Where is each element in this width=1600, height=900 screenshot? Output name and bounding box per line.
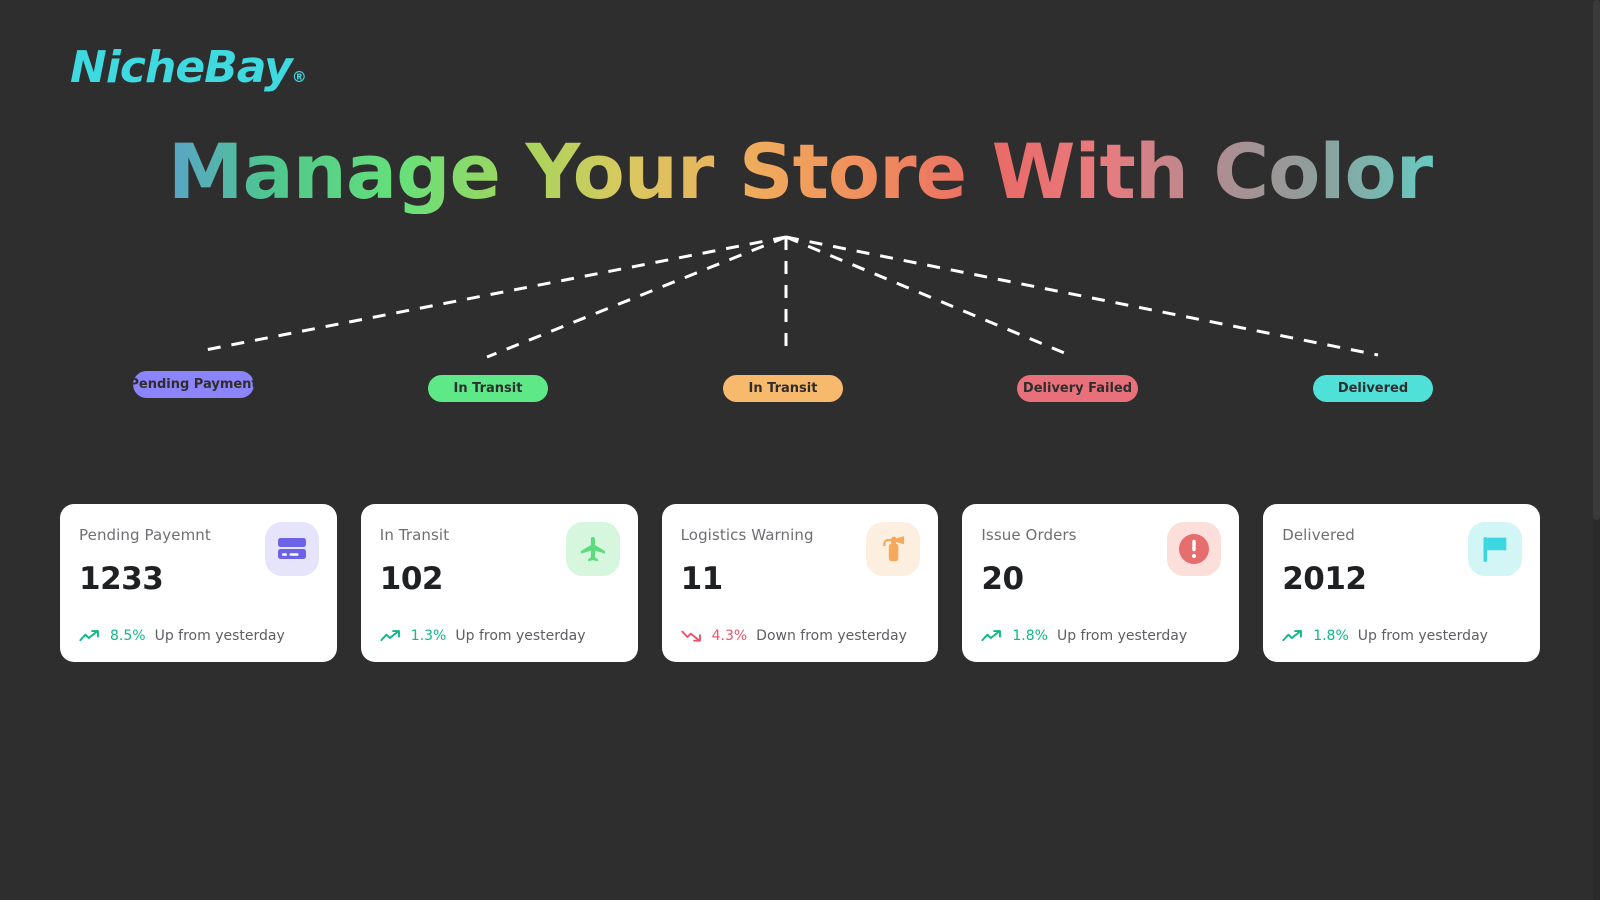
page-scrollbar-thumb[interactable]: [1593, 0, 1600, 520]
metric-card-delta-text: Down from yesterday: [756, 628, 907, 644]
trend-up-icon: [79, 629, 101, 643]
connector-line-4: [785, 235, 1379, 357]
connector-line-0: [199, 235, 787, 353]
stage-pill-0[interactable]: Pending Payment: [129, 371, 258, 398]
trend-down-icon: [681, 629, 703, 643]
metric-card-delta-percent: 1.8%: [1313, 628, 1349, 644]
stage-pill-label: In Transit: [453, 381, 523, 396]
metric-card-delta-percent: 1.3%: [410, 628, 447, 644]
flag-icon: [1467, 522, 1522, 576]
page-scrollbar[interactable]: [1593, 0, 1600, 900]
trend-up-icon: [981, 629, 1003, 643]
connector-line-3: [785, 235, 1075, 359]
metric-card-delta-text: Up from yesterday: [455, 628, 586, 644]
airplane-icon: [565, 522, 620, 576]
stage-pill-label: Delivery Failed: [1022, 381, 1133, 396]
metric-card[interactable]: Pending Payemnt 1233 8.5% Up from yesterday: [60, 504, 337, 662]
stage-pill-3[interactable]: Delivery Failed: [1017, 375, 1138, 402]
metric-card[interactable]: Issue Orders 20 1.8% Up from yesterday: [962, 504, 1240, 662]
metric-card-value: 102: [379, 561, 444, 597]
stage-pill-label: In Transit: [748, 381, 818, 396]
metric-card-value: 20: [981, 561, 1024, 597]
stage-pill-label: Delivered: [1337, 381, 1409, 396]
metric-card-delta: 1.8% Up from yesterday: [1282, 628, 1488, 644]
metric-card-delta: 4.3% Down from yesterday: [681, 628, 907, 644]
trend-up-icon: [1282, 629, 1304, 643]
metric-card-delta-text: Up from yesterday: [1357, 628, 1488, 644]
stage-pill-2[interactable]: In Transit: [723, 375, 843, 402]
metric-card-delta: 8.5% Up from yesterday: [79, 628, 285, 644]
metric-card[interactable]: In Transit 102 1.3% Up from yesterday: [360, 504, 638, 662]
metric-card[interactable]: Delivered 2012 1.8% Up from yesterday: [1263, 504, 1540, 662]
trend-up-icon: [380, 629, 402, 643]
metric-card-delta: 1.3% Up from yesterday: [380, 628, 586, 644]
metric-card-value: 1233: [79, 561, 164, 597]
fire-extinguisher-icon: [866, 522, 921, 576]
metric-card-delta-percent: 1.8%: [1012, 628, 1048, 644]
credit-card-icon: [264, 522, 319, 576]
metric-card-delta: 1.8% Up from yesterday: [981, 628, 1187, 644]
metric-card-value: 2012: [1282, 561, 1367, 597]
stage-pill-label: Pending Payment: [129, 377, 258, 392]
stage-pill-4[interactable]: Delivered: [1313, 375, 1433, 402]
metric-card-delta-text: Up from yesterday: [154, 628, 285, 644]
metric-card-value: 11: [680, 561, 724, 597]
metric-card-delta-percent: 4.3%: [711, 628, 748, 644]
metric-card-delta-text: Up from yesterday: [1056, 628, 1188, 644]
metric-card-delta-percent: 8.5%: [110, 628, 146, 644]
stage-pill-1[interactable]: In Transit: [428, 375, 548, 402]
page-root: NicheBay® Manage Your Store With Color P…: [0, 0, 1600, 900]
connector-line-1: [486, 235, 787, 359]
exclamation-circle-icon: [1167, 522, 1222, 576]
metric-card-row: Pending Payemnt 1233 8.5% Up from yesterday…: [60, 504, 1540, 662]
metric-card[interactable]: Logistics Warning 11 4.3% Down from yesterd…: [661, 504, 939, 662]
